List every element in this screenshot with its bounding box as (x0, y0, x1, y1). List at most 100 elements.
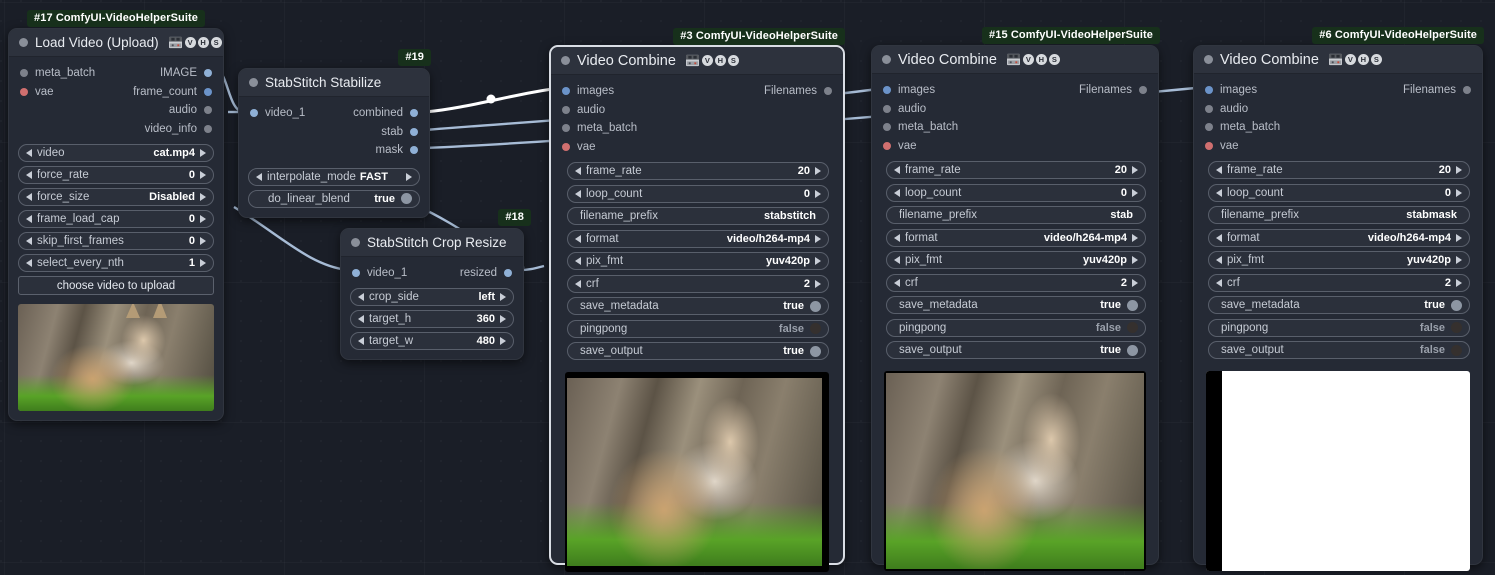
widget-save-metadata[interactable]: save_metadata true (1208, 296, 1470, 314)
widget-interpolate-mode[interactable]: interpolate_mode FAST (248, 167, 420, 186)
widget-do-linear-blend[interactable]: do_linear_blend true (248, 189, 420, 208)
widget-frame-load-cap[interactable]: frame_load_cap 0 (18, 210, 214, 228)
toggle-indicator-icon[interactable] (401, 193, 412, 204)
output-slot-resized[interactable]: resized (460, 267, 512, 279)
slot-row[interactable]: images Filenames (1194, 81, 1482, 100)
increment-arrow-icon[interactable] (500, 314, 506, 323)
decrement-arrow-icon[interactable] (1216, 278, 1222, 287)
decrement-arrow-icon[interactable] (575, 189, 581, 198)
decrement-arrow-icon[interactable] (894, 188, 900, 197)
widget-frame-rate[interactable]: frame_rate 20 (1208, 161, 1470, 179)
increment-arrow-icon[interactable] (406, 172, 412, 181)
decrement-arrow-icon[interactable] (575, 234, 581, 243)
slot-dot-icon[interactable] (204, 69, 212, 78)
decrement-arrow-icon[interactable] (358, 314, 364, 323)
widget-pix-fmt[interactable]: pix_fmt yuv420p (886, 251, 1146, 269)
slot-row[interactable]: meta_batch (872, 118, 1158, 137)
slot-row[interactable]: audio (9, 101, 223, 120)
increment-arrow-icon[interactable] (200, 259, 206, 267)
toggle-indicator-icon[interactable] (1451, 322, 1462, 333)
slot-dot-icon[interactable] (562, 142, 570, 151)
widget-save-metadata[interactable]: save_metadata true (567, 297, 829, 315)
widget-format[interactable]: format video/h264-mp4 (886, 228, 1146, 247)
slot-row[interactable]: vae (551, 138, 843, 157)
video-preview[interactable] (18, 304, 214, 411)
slot-row[interactable]: audio (872, 100, 1158, 119)
increment-arrow-icon[interactable] (815, 257, 821, 265)
widget-pix-fmt[interactable]: pix_fmt yuv420p (567, 252, 829, 270)
input-slot-meta-batch[interactable]: meta_batch (1205, 121, 1280, 133)
widget-loop-count[interactable]: loop_count 0 (886, 183, 1146, 202)
mask-preview[interactable] (1206, 371, 1470, 571)
slot-dot-icon[interactable] (20, 87, 28, 96)
increment-arrow-icon[interactable] (1456, 188, 1462, 197)
decrement-arrow-icon[interactable] (894, 256, 900, 264)
choose-video-to-upload-button[interactable]: choose video to upload (18, 276, 214, 295)
input-slot-meta-batch[interactable]: meta_batch (562, 122, 637, 134)
slot-dot-icon[interactable] (883, 141, 891, 150)
collapse-dot-icon[interactable] (249, 78, 258, 87)
node-stabstitch-crop-resize[interactable]: #18 StabStitch Crop Resize video_1 resiz… (340, 209, 531, 360)
increment-arrow-icon[interactable] (200, 171, 206, 179)
input-slot-audio[interactable]: audio (883, 103, 926, 115)
increment-arrow-icon[interactable] (1456, 166, 1462, 174)
input-slot-video-1[interactable]: video_1 (352, 267, 407, 279)
slot-row[interactable]: images Filenames (551, 82, 843, 101)
output-slot-filenames[interactable]: Filenames (1079, 84, 1147, 96)
increment-arrow-icon[interactable] (815, 189, 821, 198)
collapse-dot-icon[interactable] (351, 238, 360, 247)
increment-arrow-icon[interactable] (815, 279, 821, 288)
decrement-arrow-icon[interactable] (575, 279, 581, 288)
slot-row[interactable]: meta_batch (1194, 118, 1482, 137)
decrement-arrow-icon[interactable] (26, 237, 32, 245)
output-slot-filenames[interactable]: Filenames (1403, 84, 1471, 96)
increment-arrow-icon[interactable] (1456, 233, 1462, 242)
increment-arrow-icon[interactable] (1132, 233, 1138, 242)
video-preview[interactable] (565, 372, 829, 572)
slot-dot-icon[interactable] (410, 109, 418, 118)
toggle-indicator-icon[interactable] (1451, 299, 1462, 311)
input-slot-video-1[interactable]: video_1 (250, 107, 305, 119)
toggle-indicator-icon[interactable] (810, 345, 821, 357)
collapse-dot-icon[interactable] (19, 38, 28, 47)
slot-dot-icon[interactable] (883, 104, 891, 113)
slot-dot-icon[interactable] (1139, 86, 1147, 95)
increment-arrow-icon[interactable] (200, 215, 206, 223)
increment-arrow-icon[interactable] (1456, 256, 1462, 264)
input-slot-images[interactable]: images (562, 85, 614, 97)
widget-filename-prefix[interactable]: filename_prefix stabstitch (567, 207, 829, 225)
collapse-dot-icon[interactable] (882, 55, 891, 64)
decrement-arrow-icon[interactable] (575, 257, 581, 265)
slot-row[interactable]: meta_batch IMAGE (9, 64, 223, 83)
decrement-arrow-icon[interactable] (1216, 188, 1222, 197)
slot-row[interactable]: video_info (9, 120, 223, 139)
increment-arrow-icon[interactable] (1132, 256, 1138, 264)
widget-save-output[interactable]: save_output true (886, 341, 1146, 359)
widget-select-every-nth[interactable]: select_every_nth 1 (18, 254, 214, 272)
slot-dot-icon[interactable] (410, 146, 418, 155)
slot-dot-icon[interactable] (250, 109, 258, 118)
slot-row[interactable]: video_1 combined (239, 104, 429, 123)
slot-dot-icon[interactable] (352, 269, 360, 278)
output-slot-filenames[interactable]: Filenames (764, 85, 832, 97)
toggle-indicator-icon[interactable] (1451, 344, 1462, 356)
decrement-arrow-icon[interactable] (26, 215, 32, 223)
widget-force-rate[interactable]: force_rate 0 (18, 166, 214, 184)
node-title-bar[interactable]: Video Combine V H S (872, 46, 1158, 74)
slot-dot-icon[interactable] (204, 87, 212, 96)
collapse-dot-icon[interactable] (1204, 55, 1213, 64)
output-slot-stab[interactable]: stab (381, 126, 418, 138)
slot-row[interactable]: mask (239, 141, 429, 160)
increment-arrow-icon[interactable] (1456, 278, 1462, 287)
slot-dot-icon[interactable] (562, 87, 570, 96)
output-slot-frame-count[interactable]: frame_count (133, 86, 212, 98)
decrement-arrow-icon[interactable] (1216, 233, 1222, 242)
input-slot-vae[interactable]: vae (20, 86, 54, 98)
slot-dot-icon[interactable] (562, 105, 570, 114)
increment-arrow-icon[interactable] (1132, 278, 1138, 287)
increment-arrow-icon[interactable] (500, 336, 506, 345)
toggle-indicator-icon[interactable] (1127, 344, 1138, 356)
slot-dot-icon[interactable] (1463, 86, 1471, 95)
decrement-arrow-icon[interactable] (358, 292, 364, 301)
input-slot-vae[interactable]: vae (883, 140, 917, 152)
